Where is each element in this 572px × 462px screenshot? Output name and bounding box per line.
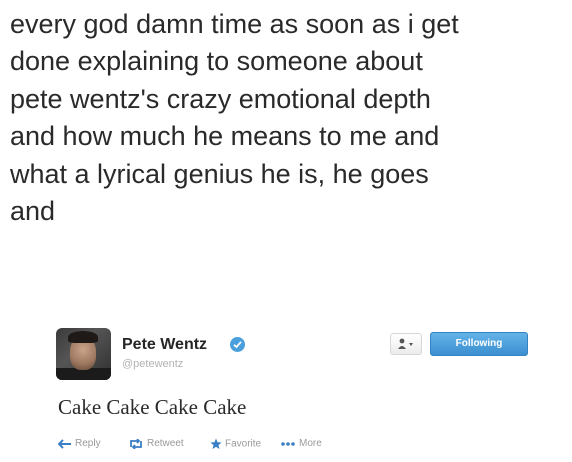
more-label: More — [299, 438, 322, 449]
more-dots-icon — [281, 441, 295, 446]
person-icon — [398, 338, 413, 349]
favorite-button[interactable]: Favorite — [210, 438, 261, 450]
user-menu-button[interactable] — [390, 333, 422, 355]
retweet-label: Retweet — [147, 438, 184, 449]
retweet-button[interactable]: Retweet — [128, 438, 184, 449]
more-button[interactable]: More — [280, 438, 322, 449]
reply-arrow-icon — [58, 438, 71, 449]
tweet-text: Cake Cake Cake Cake — [58, 395, 247, 419]
author-handle[interactable]: @petewentz — [122, 358, 183, 370]
caption-line: every god damn time as soon as i get — [10, 9, 459, 39]
verified-check-icon — [230, 337, 245, 352]
reply-button[interactable]: Reply — [58, 438, 101, 449]
caption-line: what a lyrical genius he is, he goes — [10, 158, 429, 189]
caption-line: pete wentz's crazy emotional depth — [10, 83, 431, 114]
following-button[interactable]: Following — [430, 332, 528, 356]
star-icon — [210, 438, 222, 449]
caption-text: every god damn time as soon as i get don… — [10, 6, 566, 230]
avatar[interactable] — [56, 328, 111, 380]
embedded-tweet: Pete Wentz @petewentz Following Cake Cak… — [0, 300, 572, 462]
avatar-hair — [68, 331, 98, 343]
retweet-icon — [130, 438, 142, 449]
favorite-label: Favorite — [225, 438, 262, 450]
author-name[interactable]: Pete Wentz — [122, 336, 207, 354]
reply-label: Reply — [75, 438, 101, 449]
caption-line: and — [10, 196, 56, 227]
caption-line: done explaining to someone about — [10, 46, 423, 77]
caption-line: and how much he means to me and — [10, 121, 440, 152]
